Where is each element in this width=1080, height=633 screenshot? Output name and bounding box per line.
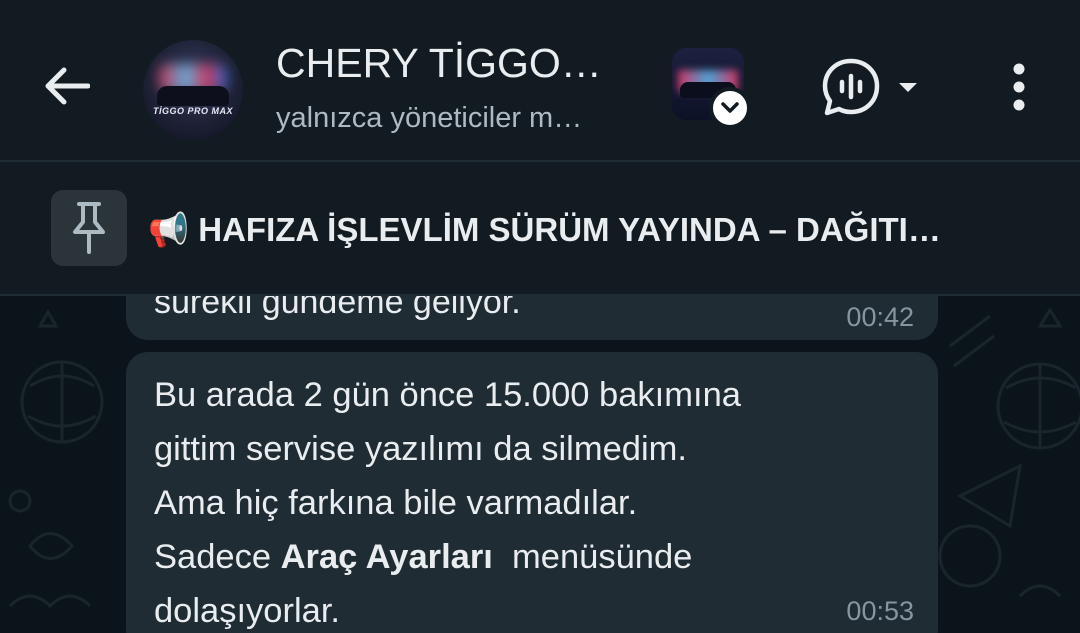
wallpaper-doodle-icon <box>8 308 104 609</box>
voice-chat-button[interactable] <box>820 56 922 118</box>
pinned-message-bar[interactable]: 📢 HAFIZA İŞLEVLİM SÜRÜM YAYINDA – DAĞITI… <box>0 162 1080 294</box>
message-text: Bu arada 2 gün önce 15.000 bakımına gitt… <box>154 376 741 630</box>
chat-header: TİGGO PRO MAX CHERY TİGGO… yalnızca yöne… <box>0 0 1080 160</box>
more-options-button[interactable] <box>995 58 1043 116</box>
message-bubble[interactable]: Bu arada 2 gün önce 15.000 bakımına gitt… <box>126 352 938 633</box>
message-timestamp: 00:42 <box>846 302 914 332</box>
chat-area[interactable]: sürekli gündeme geliyor. 00:42 Bu arada … <box>0 296 1080 633</box>
dropdown-caret-icon <box>899 83 917 92</box>
pinned-message-text[interactable]: 📢 HAFIZA İŞLEVLİM SÜRÜM YAYINDA – DAĞITI… <box>148 209 1060 251</box>
avatar-brand-text: TİGGO PRO MAX <box>152 106 233 116</box>
message-bubble[interactable]: sürekli gündeme geliyor. 00:42 <box>126 296 938 340</box>
group-avatar[interactable]: TİGGO PRO MAX <box>143 40 243 140</box>
chevron-down-icon <box>721 102 739 113</box>
back-button[interactable] <box>36 58 96 114</box>
message-timestamp: 00:53 <box>846 596 914 626</box>
wallpaper-doodle-icon <box>938 307 1080 598</box>
arrow-back-icon <box>45 67 90 105</box>
chat-subtitle[interactable]: yalnızca yöneticiler m… <box>276 98 636 138</box>
chat-title[interactable]: CHERY TİGGO… <box>276 38 636 88</box>
message-text: sürekli gündeme geliyor. <box>154 296 521 321</box>
voice-chat-icon <box>822 58 880 116</box>
pin-icon <box>73 202 105 254</box>
bold-text: Araç Ayarları <box>280 538 493 576</box>
more-vertical-icon <box>1013 63 1025 111</box>
channel-switch-badge[interactable] <box>709 87 751 129</box>
pin-button[interactable] <box>51 190 127 266</box>
